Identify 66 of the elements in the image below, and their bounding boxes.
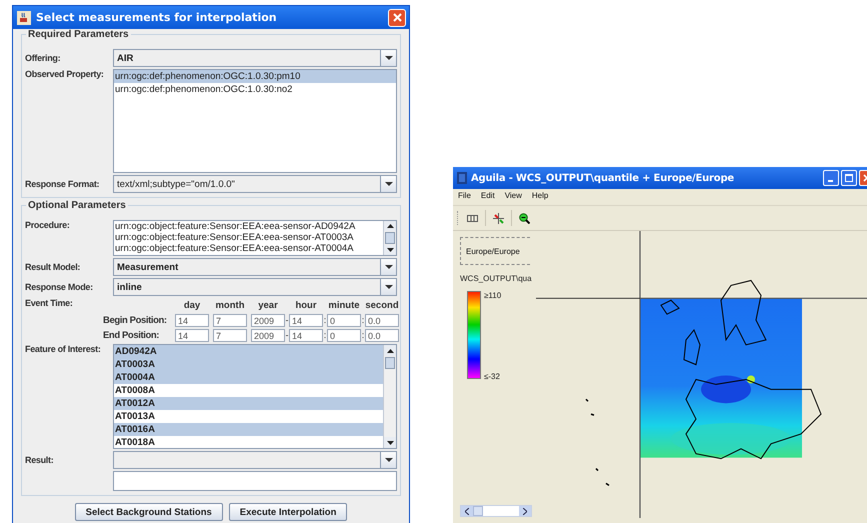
list-item[interactable]: AT0003A (114, 358, 383, 371)
separator: : (323, 330, 327, 340)
window-title: Aguila - WCS_OUTPUT\quantile + Europe/Europe (471, 172, 735, 184)
input-field[interactable]: 2009 (251, 314, 285, 326)
column-header: day (182, 300, 202, 310)
column-header: month (214, 300, 246, 310)
layer-label: WCS_OUTPUT\qua (460, 274, 533, 283)
list-item[interactable]: AT0016A (114, 423, 383, 436)
field-label: Result Model: (25, 262, 82, 272)
list-item[interactable]: urn:ogc:object:feature:Sensor:EEA:eea-sensor-AT0003A (114, 232, 383, 243)
field-label: End Position: (103, 330, 160, 340)
separator: : (361, 330, 365, 340)
menu-item[interactable]: Edit (480, 191, 495, 203)
list-item[interactable]: AT0018A (114, 436, 383, 448)
list-item[interactable]: urn:ogc:def:phenomenon:OGC:1.0.30:pm10 (114, 70, 396, 83)
input-field[interactable]: 0.0 (365, 314, 399, 326)
window-title: Select measurements for interpolation (36, 11, 278, 24)
field-label: Observed Property: (25, 69, 105, 79)
dropdown[interactable]: inline (113, 278, 397, 296)
input-field[interactable]: 14 (175, 328, 209, 342)
input-field[interactable]: 7 (213, 314, 247, 326)
field-label: Offering: (25, 53, 62, 63)
list-item[interactable]: urn:ogc:object:feature:Sensor:EEA:eea-sensor-AT0004A (114, 243, 383, 254)
list-item[interactable]: urn:ogc:object:feature:Sensor:EEA:eea-sensor-AD0942A (114, 221, 383, 232)
field-label: Begin Position: (103, 314, 168, 326)
input-field[interactable]: 7 (213, 328, 247, 342)
field-label: Response Format: (25, 179, 100, 189)
column-header: hour (294, 300, 318, 310)
input-field[interactable]: 14 (289, 328, 323, 342)
field-label: Procedure: (25, 220, 71, 230)
menu-item[interactable]: View (504, 191, 522, 203)
menu-item[interactable]: Help (532, 191, 548, 203)
group-title: Optional Parameters (26, 200, 128, 211)
column-header: year (257, 300, 279, 310)
dropdown[interactable]: AIR (113, 49, 397, 67)
input-field[interactable]: 2009 (251, 328, 285, 342)
list-item[interactable]: AT0008A (114, 384, 383, 397)
group-title: Required Parameters (26, 29, 131, 40)
input-field[interactable]: 0.0 (365, 328, 399, 342)
list-item[interactable]: AD0942A (114, 345, 383, 358)
dropdown[interactable]: text/xml;subtype="om/1.0.0" (113, 175, 397, 193)
input-field[interactable]: 0 (327, 314, 361, 326)
separator: - (285, 330, 289, 340)
legend-label: ≤-32 (484, 372, 501, 381)
list-item[interactable]: AT0004A (114, 371, 383, 384)
input-field[interactable]: 14 (175, 314, 209, 326)
column-header: minute (327, 300, 361, 310)
view-label: Europe/Europe (460, 237, 530, 265)
legend-label: ≥110 (484, 291, 502, 300)
action-button[interactable]: Execute Interpolation (228, 503, 348, 521)
field-label: Response Mode: (25, 282, 94, 292)
list-item[interactable]: AT0013A (114, 410, 383, 423)
column-header: second (364, 300, 399, 310)
separator: : (323, 315, 327, 325)
list-item[interactable]: urn:ogc:def:phenomenon:OGC:1.0.30:no2 (114, 83, 396, 96)
field-label: Result: (25, 455, 54, 465)
input-field[interactable]: 14 (289, 314, 323, 326)
menu-item[interactable]: File (458, 191, 471, 203)
field-label: Feature of Interest: (25, 344, 102, 354)
field-label: Event Time: (25, 298, 74, 308)
list-item[interactable]: AT0012A (114, 397, 383, 410)
separator: - (285, 315, 289, 325)
dropdown[interactable]: Measurement (113, 258, 397, 276)
separator: : (361, 315, 365, 325)
action-button[interactable]: Select Background Stations (74, 503, 223, 521)
input-field[interactable]: 0 (327, 328, 361, 342)
